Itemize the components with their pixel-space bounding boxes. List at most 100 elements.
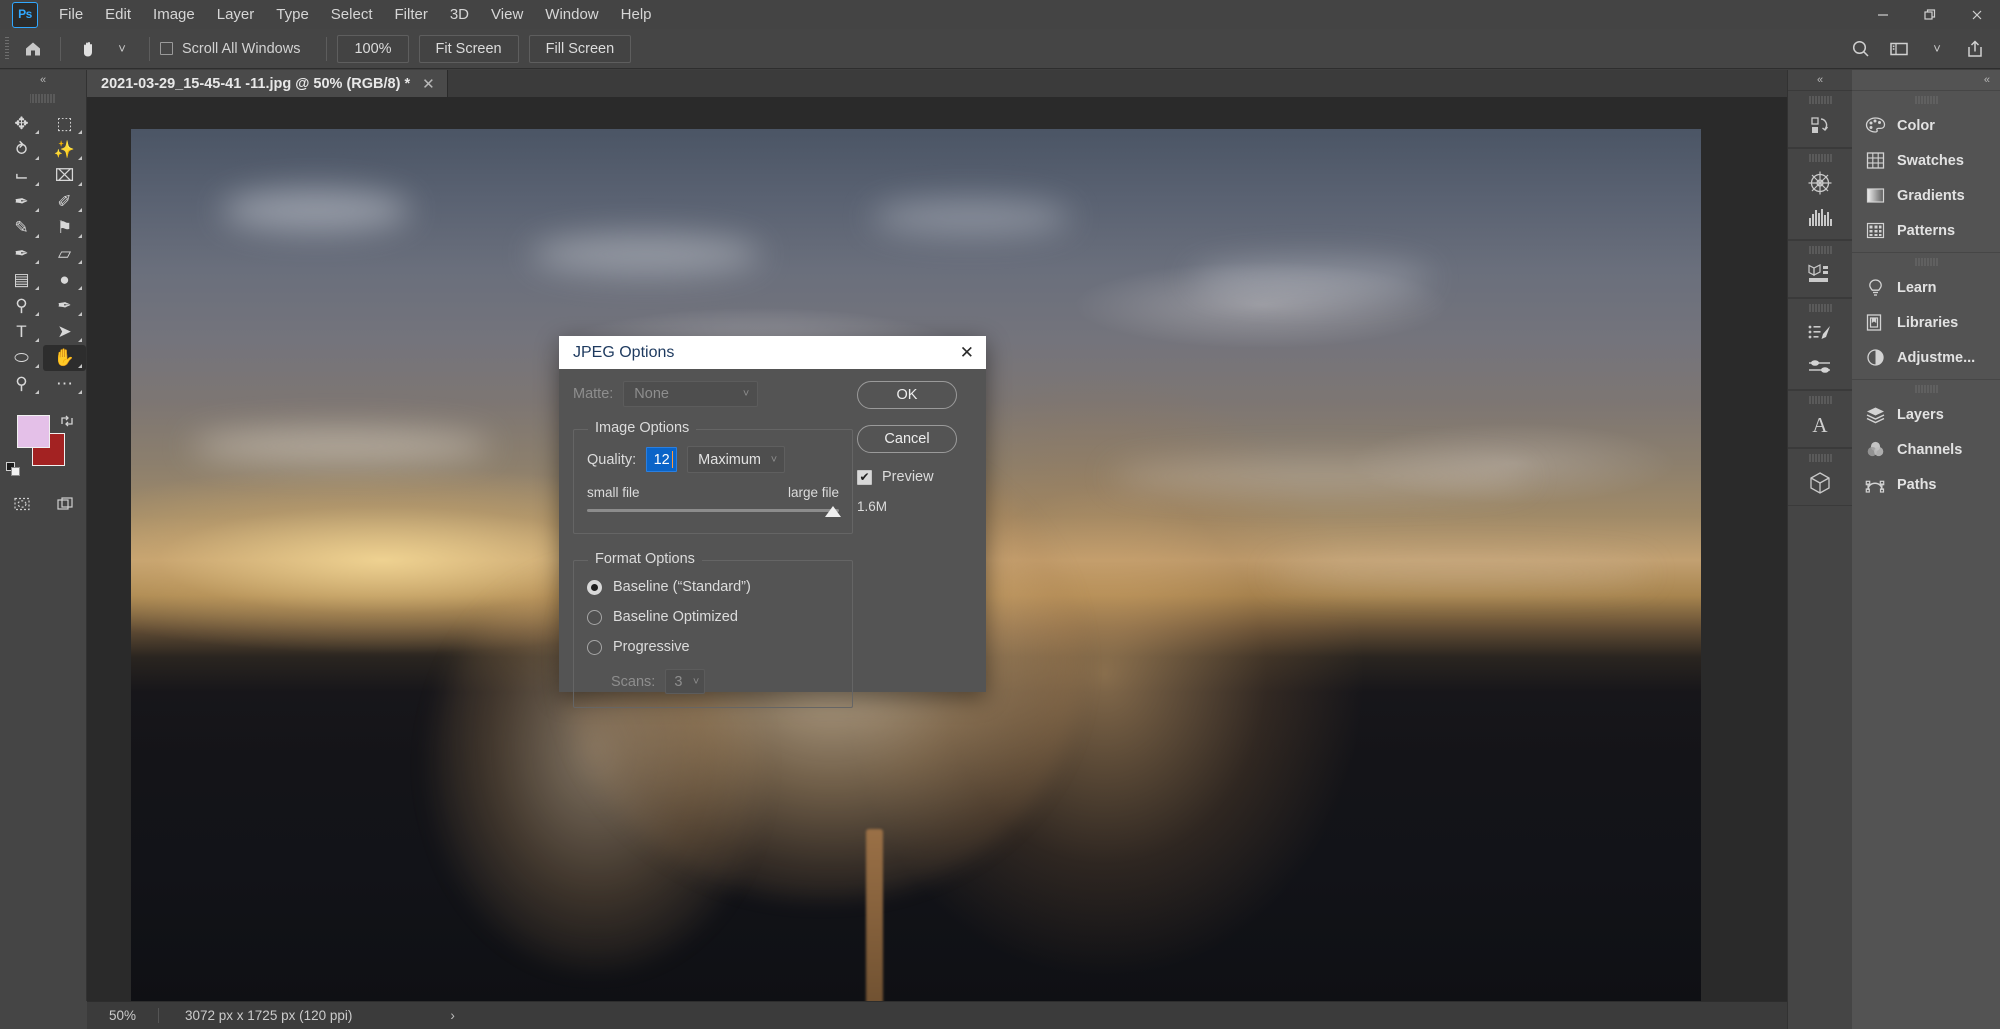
brush-tool[interactable]: ✎ [0, 215, 43, 241]
menu-item-3d[interactable]: 3D [439, 2, 480, 28]
crop-tool[interactable]: ⌙ [0, 163, 43, 189]
quality-input[interactable]: 12 [646, 447, 677, 472]
fit-screen-button[interactable]: Fit Screen [419, 35, 519, 63]
default-colors-icon[interactable] [6, 462, 20, 476]
blur-tool[interactable]: ● [43, 267, 86, 293]
matte-select[interactable]: None ˅ [623, 381, 758, 407]
menu-item-image[interactable]: Image [142, 2, 206, 28]
panel-grip[interactable] [1914, 256, 1938, 268]
gradient-tool[interactable]: ▤ [0, 267, 43, 293]
menu-item-help[interactable]: Help [610, 2, 663, 28]
zoom-tool[interactable]: ⚲ [0, 371, 43, 397]
eraser-tool[interactable]: ▱ [43, 241, 86, 267]
close-button[interactable] [1953, 0, 2000, 29]
eyedropper-tool[interactable]: ✒ [0, 189, 43, 215]
fill-screen-button[interactable]: Fill Screen [529, 35, 632, 63]
panel-color[interactable]: Color [1852, 108, 2000, 143]
chevron-down-icon[interactable]: ˅ [1920, 34, 1954, 64]
panel-layers[interactable]: Layers [1852, 397, 2000, 432]
share-icon[interactable] [1958, 34, 1992, 64]
foreground-color-swatch[interactable] [17, 415, 50, 448]
rail-grip[interactable] [1808, 94, 1832, 106]
actions-icon[interactable] [1788, 316, 1852, 350]
object-selection-tool[interactable]: ✨ [43, 137, 86, 163]
quick-mask-tool[interactable] [0, 491, 43, 517]
checkbox-check-icon[interactable]: ✔ [857, 470, 872, 485]
panel-adjustments[interactable]: Adjustme... [1852, 340, 2000, 375]
histogram-icon[interactable] [1788, 200, 1852, 234]
rail-grip[interactable] [1808, 302, 1832, 314]
close-icon[interactable]: ✕ [960, 344, 974, 361]
frame-tool[interactable]: ⌧ [43, 163, 86, 189]
panel-swatches[interactable]: Swatches [1852, 143, 2000, 178]
scans-select[interactable]: 3 ˅ [665, 669, 705, 694]
ellipse-tool[interactable]: ⬭ [0, 345, 43, 371]
rail-grip[interactable] [1808, 452, 1832, 464]
options-bar-grip[interactable] [5, 37, 9, 61]
menu-item-edit[interactable]: Edit [94, 2, 142, 28]
quality-preset-select[interactable]: Maximum ˅ [687, 446, 785, 473]
checkbox-box[interactable] [160, 42, 173, 55]
screen-mode-tool[interactable] [43, 491, 86, 517]
toolbar-collapse-icon[interactable]: « [0, 70, 86, 90]
cancel-button[interactable]: Cancel [857, 425, 957, 453]
minimize-button[interactable] [1859, 0, 1906, 29]
menu-item-view[interactable]: View [480, 2, 534, 28]
properties-icon[interactable] [1788, 350, 1852, 384]
menu-item-select[interactable]: Select [320, 2, 384, 28]
panel-patterns[interactable]: Patterns [1852, 213, 2000, 248]
home-icon[interactable] [16, 34, 50, 64]
close-icon[interactable]: ✕ [422, 75, 435, 93]
menu-item-window[interactable]: Window [534, 2, 609, 28]
zoom-100-button[interactable]: 100% [337, 35, 408, 63]
move-tool[interactable]: ✥ [0, 111, 43, 137]
radio-button[interactable] [587, 610, 602, 625]
history-brush-tool[interactable]: ✒ [0, 241, 43, 267]
radio-button[interactable] [587, 640, 602, 655]
radio-baseline-standard[interactable]: Baseline (“Standard”) [587, 579, 839, 595]
ok-button[interactable]: OK [857, 381, 957, 409]
navigator-icon[interactable] [1788, 166, 1852, 200]
toolbar-grip[interactable] [30, 92, 56, 105]
pen-tool[interactable]: ✒ [43, 293, 86, 319]
rail-grip[interactable] [1808, 244, 1832, 256]
hand-tool-icon[interactable] [71, 34, 105, 64]
panel-libraries[interactable]: Libraries [1852, 305, 2000, 340]
path-selection-tool[interactable]: ➤ [43, 319, 86, 345]
panel-gradients[interactable]: Gradients [1852, 178, 2000, 213]
panel-collapse-icon[interactable]: « [1852, 70, 2000, 90]
horizontal-type-tool[interactable]: T [0, 319, 43, 345]
dodge-tool[interactable]: ⚲ [0, 293, 43, 319]
spot-healing-brush-tool[interactable]: ✐ [43, 189, 86, 215]
edit-toolbar-tool[interactable]: ⋯ [43, 371, 86, 397]
clone-stamp-tool[interactable]: ⚑ [43, 215, 86, 241]
menu-item-file[interactable]: File [48, 2, 94, 28]
panel-paths[interactable]: Paths [1852, 467, 2000, 502]
radio-progressive[interactable]: Progressive [587, 639, 839, 655]
status-expand-icon[interactable]: › [450, 1008, 455, 1023]
search-icon[interactable] [1844, 34, 1878, 64]
hand-tool[interactable]: ✋ [43, 345, 86, 371]
rectangular-marquee-tool[interactable]: ⬚ [43, 111, 86, 137]
dialog-title-bar[interactable]: JPEG Options ✕ [559, 336, 986, 369]
radio-button[interactable] [587, 580, 602, 595]
restore-button[interactable] [1906, 0, 1953, 29]
rail-grip[interactable] [1808, 394, 1832, 406]
panel-grip[interactable] [1914, 94, 1938, 106]
rail-grip[interactable] [1808, 152, 1832, 164]
tool-preset-chevron-down-icon[interactable]: ˅ [105, 34, 139, 64]
lasso-tool[interactable]: ⥁ [0, 137, 43, 163]
slider-thumb[interactable] [825, 506, 841, 517]
panel-channels[interactable]: Channels [1852, 432, 2000, 467]
menu-item-layer[interactable]: Layer [206, 2, 266, 28]
status-zoom-level[interactable]: 50% [87, 1008, 159, 1023]
menu-item-type[interactable]: Type [265, 2, 320, 28]
character-icon[interactable]: A [1788, 408, 1852, 442]
radio-baseline-optimized[interactable]: Baseline Optimized [587, 609, 839, 625]
3d-object-icon[interactable] [1788, 466, 1852, 500]
quality-slider[interactable] [587, 504, 839, 520]
rail-collapse-icon[interactable]: « [1788, 70, 1852, 90]
preview-checkbox[interactable]: ✔ Preview [857, 469, 972, 485]
swap-colors-icon[interactable] [59, 413, 75, 432]
document-tab[interactable]: 2021-03-29_15-45-41 -11.jpg @ 50% (RGB/8… [87, 70, 448, 97]
